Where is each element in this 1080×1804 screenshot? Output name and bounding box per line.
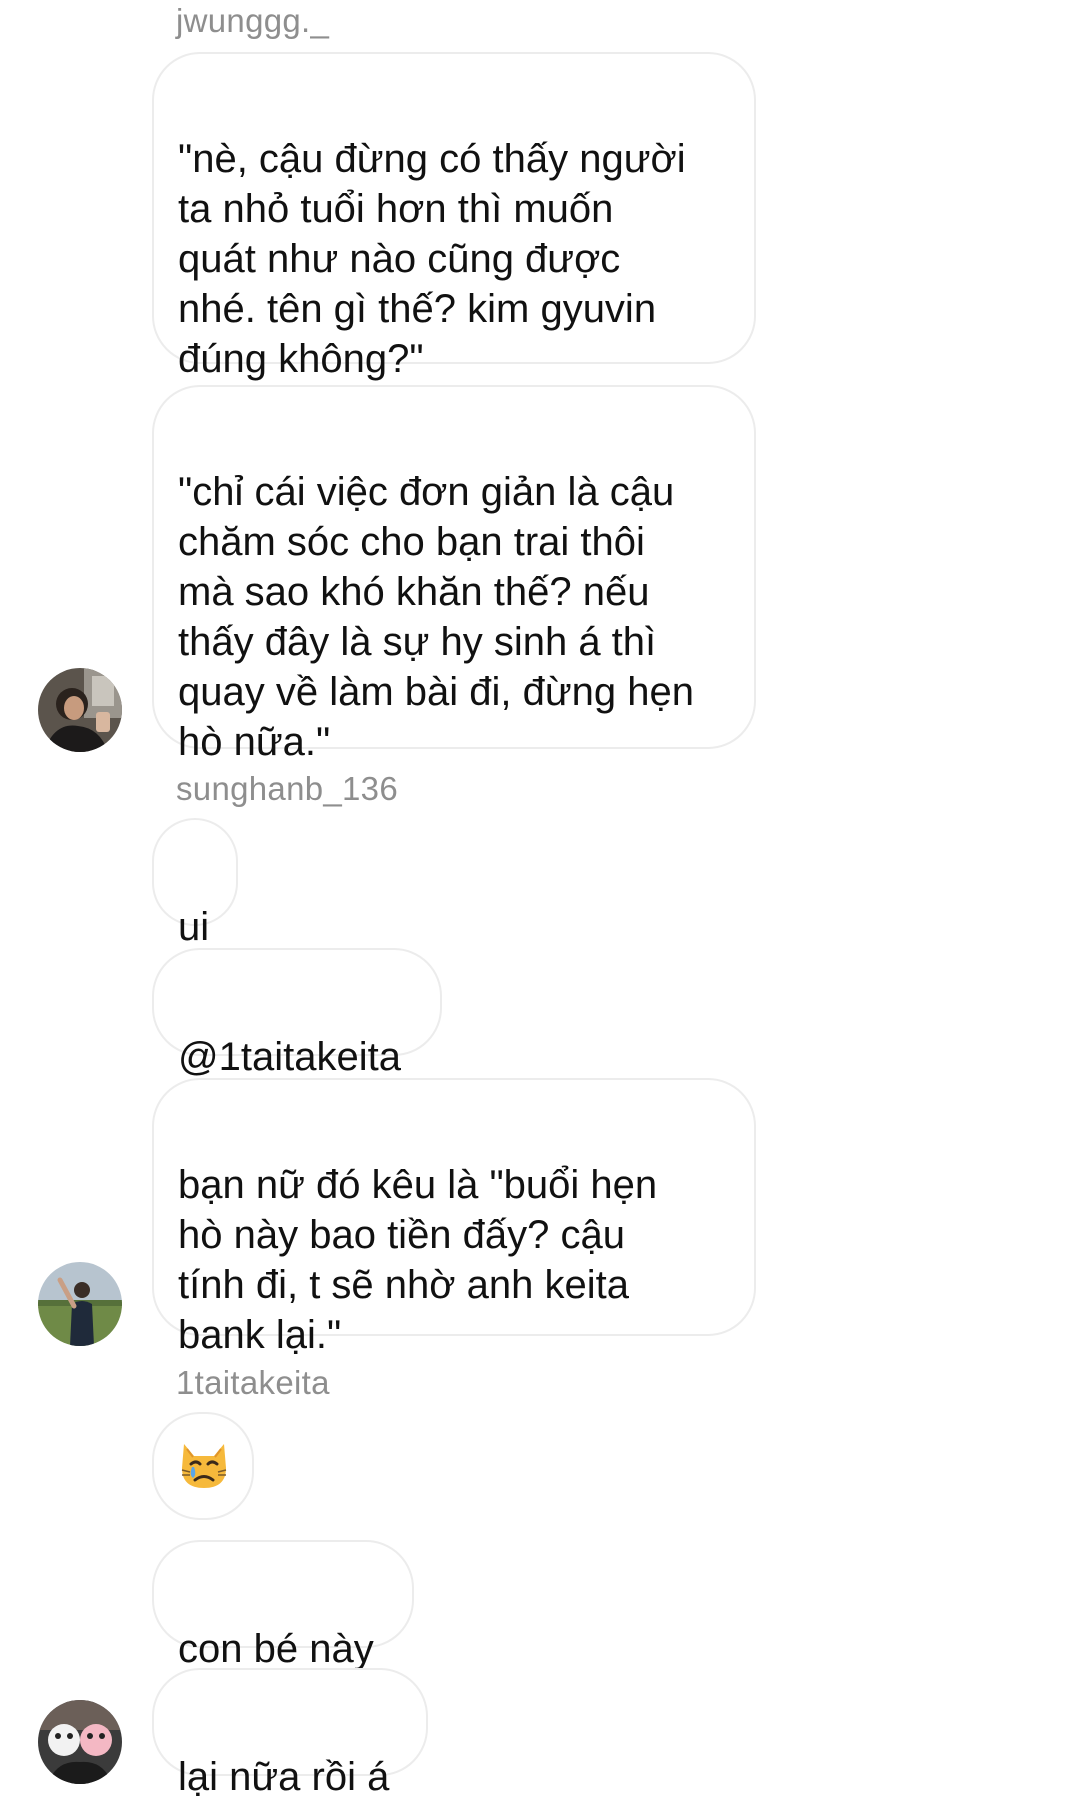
avatar-photo [38, 1700, 122, 1784]
message-text: lại nữa rồi á [178, 1755, 390, 1799]
message-bubble[interactable]: @1taitakeita [152, 948, 442, 1079]
message-text: @1taitakeita [178, 1035, 401, 1079]
message-text: con bé này [178, 1627, 374, 1671]
avatar-photo [38, 1262, 122, 1346]
avatar[interactable] [38, 1262, 122, 1346]
message-text: bạn nữ đó kêu là "buổi hẹn hò này bao ti… [178, 1163, 658, 1357]
message-text: "nè, cậu đừng có thấy người ta nhỏ tuổi … [178, 137, 686, 381]
message-bubble[interactable]: "nè, cậu đừng có thấy người ta nhỏ tuổi … [152, 52, 756, 381]
avatar-photo [38, 668, 122, 752]
message-text: "chỉ cái việc đơn giản là cậu chăm sóc c… [178, 470, 694, 764]
message-bubble[interactable] [152, 1412, 254, 1520]
sender-name-jwunggg[interactable]: jwunggg._ [176, 2, 329, 40]
message-bubble[interactable]: con bé này [152, 1540, 414, 1671]
avatar[interactable] [38, 668, 122, 752]
sender-name-sunghanb[interactable]: sunghanb_136 [176, 770, 398, 808]
message-bubble[interactable]: "chỉ cái việc đơn giản là cậu chăm sóc c… [152, 385, 756, 764]
message-bubble[interactable]: lại nữa rồi á [152, 1668, 428, 1799]
crying-cat-face-icon [181, 1444, 227, 1488]
message-bubble[interactable]: ui [152, 818, 238, 949]
sender-name-1taitakeita[interactable]: 1taitakeita [176, 1364, 330, 1402]
message-text: ui [178, 905, 210, 949]
message-bubble[interactable]: bạn nữ đó kêu là "buổi hẹn hò này bao ti… [152, 1078, 756, 1357]
avatar[interactable] [38, 1700, 122, 1784]
